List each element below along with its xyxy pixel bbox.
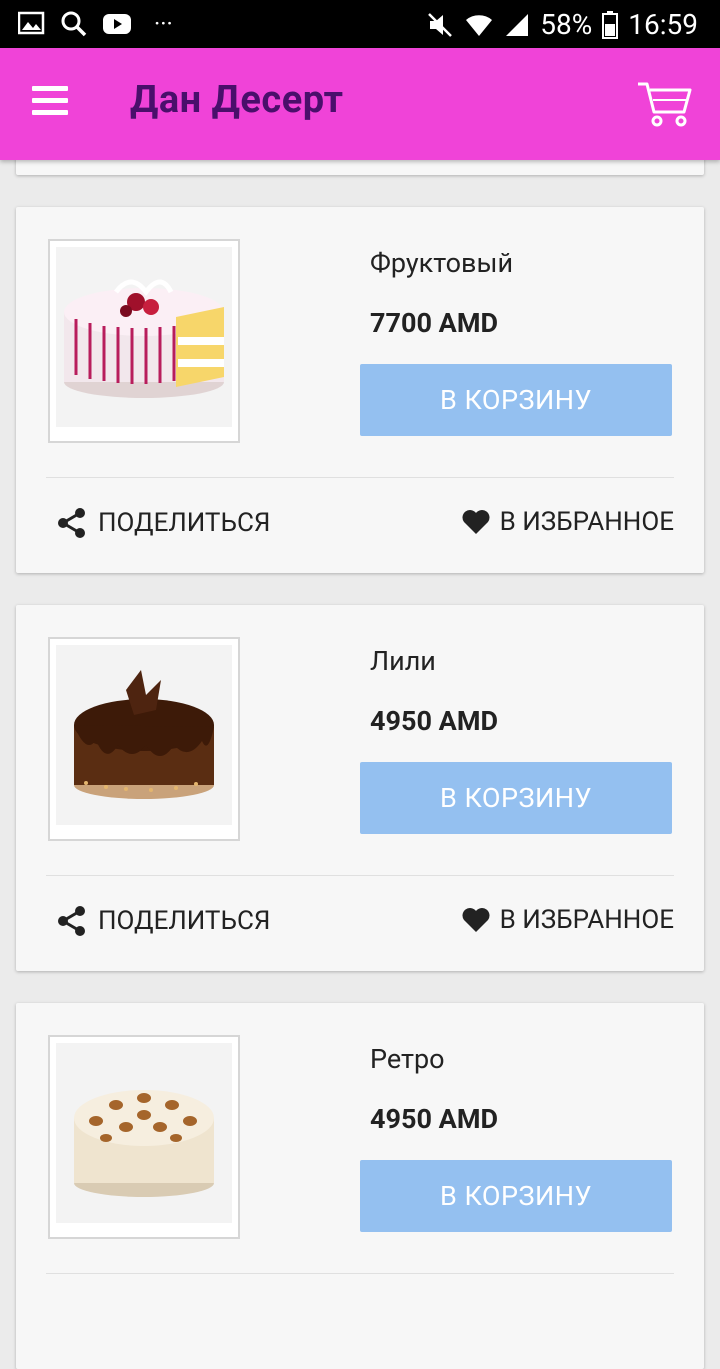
divider <box>46 1273 674 1274</box>
heart-icon <box>462 908 490 932</box>
divider <box>46 477 674 478</box>
mute-icon <box>428 12 453 37</box>
favorite-button[interactable]: В ИЗБРАННОЕ <box>462 507 674 537</box>
wifi-icon <box>466 14 493 36</box>
product-image[interactable] <box>48 239 240 443</box>
product-price: 4950 AMD <box>370 705 498 737</box>
share-label: ПОДЕЛИТЬСЯ <box>98 508 271 538</box>
search-icon <box>61 11 87 37</box>
share-label: ПОДЕЛИТЬСЯ <box>98 906 271 936</box>
heart-icon <box>462 510 490 534</box>
product-card: Ретро 4950 AMD В КОРЗИНУ <box>16 1003 704 1369</box>
product-card: Фруктовый 7700 AMD В КОРЗИНУ ПОДЕЛИТЬСЯ … <box>16 207 704 573</box>
cart-icon[interactable] <box>636 78 692 128</box>
signal-icon <box>506 13 529 36</box>
clock: 16:59 <box>628 8 698 41</box>
app-title: Дан Десерт <box>130 78 344 122</box>
product-card: Лили 4950 AMD В КОРЗИНУ ПОДЕЛИТЬСЯ В ИЗБ… <box>16 605 704 971</box>
app-bar: Дан Десерт <box>0 48 720 160</box>
battery-icon <box>602 10 619 39</box>
product-price: 7700 AMD <box>370 307 498 339</box>
youtube-icon <box>103 14 131 34</box>
status-bar: ··· 58% 16:59 <box>0 0 720 48</box>
favorite-button[interactable]: В ИЗБРАННОЕ <box>462 905 674 935</box>
chocolate-cake-image <box>74 670 214 799</box>
fruit-cake-image <box>64 279 224 398</box>
share-button[interactable]: ПОДЕЛИТЬСЯ <box>56 507 270 539</box>
product-name: Фруктовый <box>370 247 514 279</box>
add-to-cart-button[interactable]: В КОРЗИНУ <box>360 762 672 834</box>
product-name: Лили <box>370 645 436 677</box>
share-icon <box>58 906 85 936</box>
battery-percent: 58% <box>540 8 593 41</box>
share-button[interactable]: ПОДЕЛИТЬСЯ <box>56 905 270 937</box>
favorite-label: В ИЗБРАННОЕ <box>499 507 674 537</box>
product-image[interactable] <box>48 1035 240 1239</box>
favorite-label: В ИЗБРАННОЕ <box>499 905 674 935</box>
retro-cake-image <box>74 1090 214 1197</box>
add-to-cart-button[interactable]: В КОРЗИНУ <box>360 364 672 436</box>
gallery-icon <box>18 11 45 35</box>
more-notifications: ··· <box>154 10 173 38</box>
product-name: Ретро <box>370 1043 445 1075</box>
product-image[interactable] <box>48 637 240 841</box>
add-to-cart-button[interactable]: В КОРЗИНУ <box>360 1160 672 1232</box>
menu-icon[interactable] <box>32 86 68 116</box>
divider <box>46 875 674 876</box>
product-price: 4950 AMD <box>370 1103 498 1135</box>
share-icon <box>58 508 85 538</box>
